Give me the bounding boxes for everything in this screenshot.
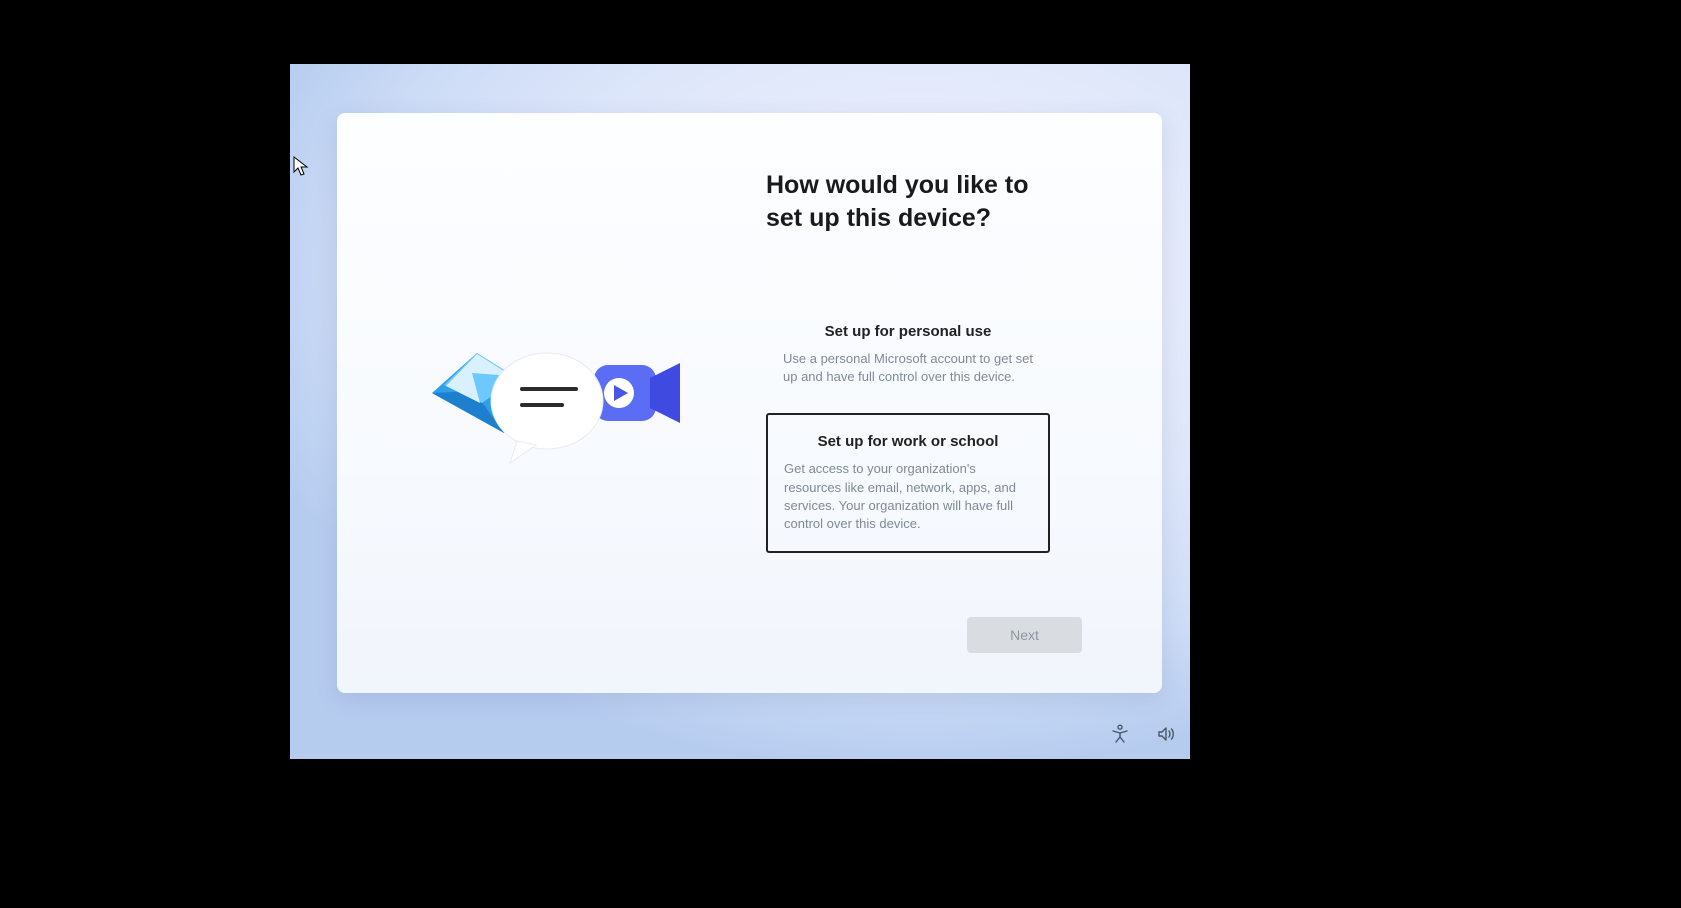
option-title: Set up for work or school [784,433,1032,450]
setup-card: How would you like to set up this device… [337,113,1162,693]
setup-illustration [422,323,682,483]
chat-icon [491,353,603,463]
options-pane: How would you like to set up this device… [766,113,1162,693]
option-work-school[interactable]: Set up for work or school Get access to … [766,413,1050,553]
option-desc: Get access to your organization's resour… [784,460,1032,533]
next-button[interactable]: Next [967,617,1082,653]
mouse-cursor [293,156,309,178]
page-title: How would you like to set up this device… [766,169,1066,234]
system-tray [1106,720,1180,748]
volume-icon[interactable] [1152,720,1180,748]
video-icon [594,363,680,423]
option-personal-use[interactable]: Set up for personal use Use a personal M… [766,304,1050,405]
option-title: Set up for personal use [783,323,1033,340]
illustration-pane [337,113,766,693]
option-desc: Use a personal Microsoft account to get … [783,350,1033,386]
accessibility-icon[interactable] [1106,720,1134,748]
